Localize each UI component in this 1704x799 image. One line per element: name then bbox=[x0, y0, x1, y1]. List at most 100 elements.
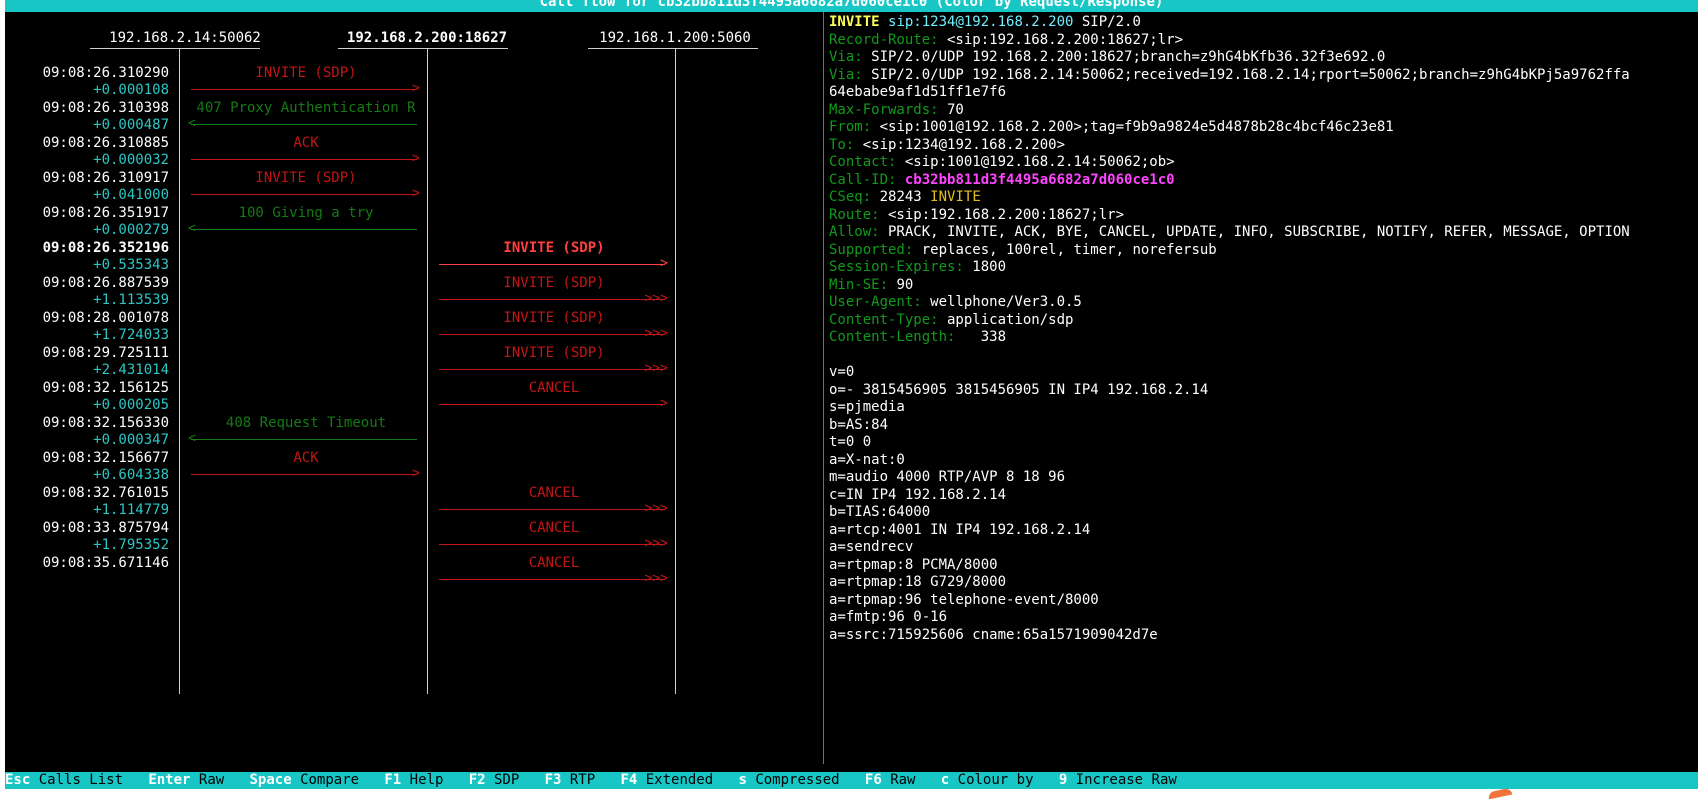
arrow-right-icon: > bbox=[412, 151, 420, 166]
flow-message-arrow[interactable]: < bbox=[188, 116, 417, 131]
flow-message-arrow[interactable]: > bbox=[191, 81, 420, 96]
flow-message-label[interactable]: INVITE (SDP) bbox=[193, 64, 419, 83]
lifeline-1 bbox=[427, 49, 428, 694]
arrow-right-icon: >>> bbox=[644, 501, 668, 516]
keybinding-item[interactable]: Space Compare bbox=[249, 772, 359, 788]
sdp-line: b=AS:84 bbox=[829, 416, 888, 435]
flow-message-arrow[interactable]: > bbox=[439, 256, 668, 271]
header-value: 90 bbox=[888, 276, 914, 293]
flow-message-arrow[interactable]: >>> bbox=[439, 326, 668, 341]
keybinding-label: Raw bbox=[190, 772, 225, 788]
column-header-host-0: 192.168.2.14:50062 bbox=[109, 30, 261, 46]
sip-header-line: Min-SE: 90 bbox=[829, 276, 913, 295]
keybinding-label: Calls List bbox=[30, 772, 124, 788]
sdp-line: a=fmtp:96 0-16 bbox=[829, 608, 947, 627]
panel-divider bbox=[823, 12, 824, 764]
lifeline-0 bbox=[179, 49, 180, 694]
header-value: PRACK, INVITE, ACK, BYE, CANCEL, UPDATE,… bbox=[879, 224, 1630, 240]
keybinding-label: Compare bbox=[291, 772, 360, 788]
header-name: Route: bbox=[829, 206, 880, 223]
keybinding-label: Help bbox=[401, 772, 444, 788]
flow-delta: +0.000347 bbox=[93, 432, 169, 448]
sdp-line: a=rtpmap:18 G729/8000 bbox=[829, 573, 1006, 592]
flow-message-arrow[interactable]: >>> bbox=[439, 361, 668, 376]
header-value: 1800 bbox=[963, 259, 1007, 275]
flow-message-label[interactable]: 408 Request Timeout bbox=[193, 414, 419, 433]
flow-message-arrow[interactable]: >>> bbox=[439, 291, 668, 306]
keybinding-bar: Esc Calls List Enter Raw Space Compare F… bbox=[5, 772, 1698, 789]
sdp-value: a=rtpmap:8 PCMA/8000 bbox=[829, 556, 998, 573]
keybinding-item[interactable]: s Compressed bbox=[738, 772, 839, 788]
keybinding-key: F2 bbox=[468, 772, 486, 788]
flow-delta: +2.431014 bbox=[93, 362, 169, 378]
flow-message-label[interactable]: CANCEL bbox=[441, 379, 667, 398]
flow-message-label[interactable]: 100 Giving a try bbox=[193, 204, 419, 223]
flow-message-label[interactable]: ACK bbox=[193, 134, 419, 153]
sip-header-line: Via: SIP/2.0/UDP 192.168.2.14:50062;rece… bbox=[829, 66, 1630, 85]
keybinding-item[interactable]: F2 SDP bbox=[469, 772, 520, 788]
header-name: Via: bbox=[829, 49, 863, 65]
keybinding-key: F6 bbox=[864, 772, 882, 788]
keybinding-item[interactable]: Esc Calls List bbox=[5, 772, 123, 788]
sdp-line: a=rtpmap:96 telephone-event/8000 bbox=[829, 591, 1099, 610]
header-value: application/sdp bbox=[938, 311, 1074, 328]
flow-message-arrow[interactable]: >>> bbox=[439, 536, 668, 551]
flow-message-label[interactable]: INVITE (SDP) bbox=[441, 309, 667, 328]
keybinding-label: Raw bbox=[881, 772, 916, 788]
keybinding-key: F3 bbox=[544, 772, 562, 788]
sip-header-line: Via: SIP/2.0/UDP 192.168.2.200:18627;bra… bbox=[829, 48, 1385, 67]
arrow-right-icon: > bbox=[660, 396, 668, 411]
flow-message-label[interactable]: INVITE (SDP) bbox=[193, 169, 419, 188]
flow-message-arrow[interactable]: >>> bbox=[439, 501, 668, 516]
keybinding-item[interactable]: F1 Help bbox=[384, 772, 443, 788]
flow-message-label[interactable]: CANCEL bbox=[441, 484, 667, 503]
flow-delta: +1.795352 bbox=[93, 537, 169, 553]
keybinding-key: F1 bbox=[384, 772, 402, 788]
flow-message-label[interactable]: 407 Proxy Authentication R bbox=[193, 99, 419, 118]
request-line: INVITE sip:1234@192.168.2.200 SIP/2.0 bbox=[829, 13, 1141, 32]
keybinding-item[interactable]: F3 RTP bbox=[545, 772, 596, 788]
flow-message-label[interactable]: ACK bbox=[193, 449, 419, 468]
header-name: Via: bbox=[829, 66, 863, 83]
arrow-left-icon: < bbox=[188, 116, 196, 131]
keybinding-item[interactable]: 9 Increase Raw bbox=[1059, 772, 1177, 788]
sdp-value: b=AS:84 bbox=[829, 416, 889, 433]
flow-message-label[interactable]: CANCEL bbox=[441, 554, 667, 573]
sdp-line: t=0 0 bbox=[829, 433, 871, 452]
flow-message-arrow[interactable]: >>> bbox=[439, 571, 668, 586]
header-value: 70 bbox=[938, 101, 964, 118]
keybinding-key: s bbox=[738, 772, 747, 788]
sip-header-line: Contact: <sip:1001@192.168.2.14:50062;ob… bbox=[829, 153, 1175, 172]
sdp-value: a=ssrc:715925606 cname:65a1571909042d7e bbox=[829, 626, 1158, 643]
flow-message-label[interactable]: INVITE (SDP) bbox=[441, 344, 667, 363]
mouse-cursor-icon bbox=[1487, 787, 1513, 799]
flow-timestamp: 09:08:35.671146 bbox=[42, 555, 169, 571]
keybinding-item[interactable]: Enter Raw bbox=[148, 772, 224, 788]
flow-message-arrow[interactable]: < bbox=[188, 221, 417, 236]
keybinding-item[interactable]: c Colour by bbox=[941, 772, 1034, 788]
flow-message-label[interactable]: CANCEL bbox=[441, 519, 667, 538]
flow-message-arrow[interactable]: > bbox=[439, 396, 668, 411]
sip-header-line: To: <sip:1234@192.168.2.200> bbox=[829, 136, 1065, 155]
header-name: Allow: bbox=[829, 224, 880, 240]
header-value: <sip:1001@192.168.2.14:50062;ob> bbox=[896, 154, 1175, 170]
flow-message-arrow[interactable]: < bbox=[188, 431, 417, 446]
keybinding-item[interactable]: F6 Raw bbox=[865, 772, 916, 788]
sip-header-line: Content-Type: application/sdp bbox=[829, 311, 1073, 330]
flow-message-label[interactable]: INVITE (SDP) bbox=[441, 274, 667, 293]
keybinding-key: Space bbox=[249, 772, 292, 788]
sip-header-line: User-Agent: wellphone/Ver3.0.5 bbox=[829, 293, 1082, 312]
arrow-right-icon: >>> bbox=[644, 571, 668, 586]
sdp-value: v=0 bbox=[829, 364, 855, 380]
message-detail-panel[interactable]: INVITE sip:1234@192.168.2.200 SIP/2.0 Rec… bbox=[829, 13, 1695, 763]
flow-delta: +1.114779 bbox=[93, 502, 169, 518]
keybinding-key: c bbox=[940, 772, 950, 788]
flow-message-arrow[interactable]: > bbox=[191, 186, 420, 201]
flow-message-arrow[interactable]: > bbox=[191, 151, 420, 166]
keybinding-item[interactable]: F4 Extended bbox=[620, 772, 713, 788]
flow-message-arrow[interactable]: > bbox=[191, 466, 420, 481]
sdp-value: m=audio 4000 RTP/AVP 8 18 96 bbox=[829, 469, 1066, 485]
flow-message-label[interactable]: INVITE (SDP) bbox=[441, 239, 667, 258]
sdp-value: a=sendrecv bbox=[829, 539, 914, 555]
call-flow-panel[interactable]: 192.168.2.14:50062 192.168.2.200:18627 1… bbox=[5, 12, 825, 764]
